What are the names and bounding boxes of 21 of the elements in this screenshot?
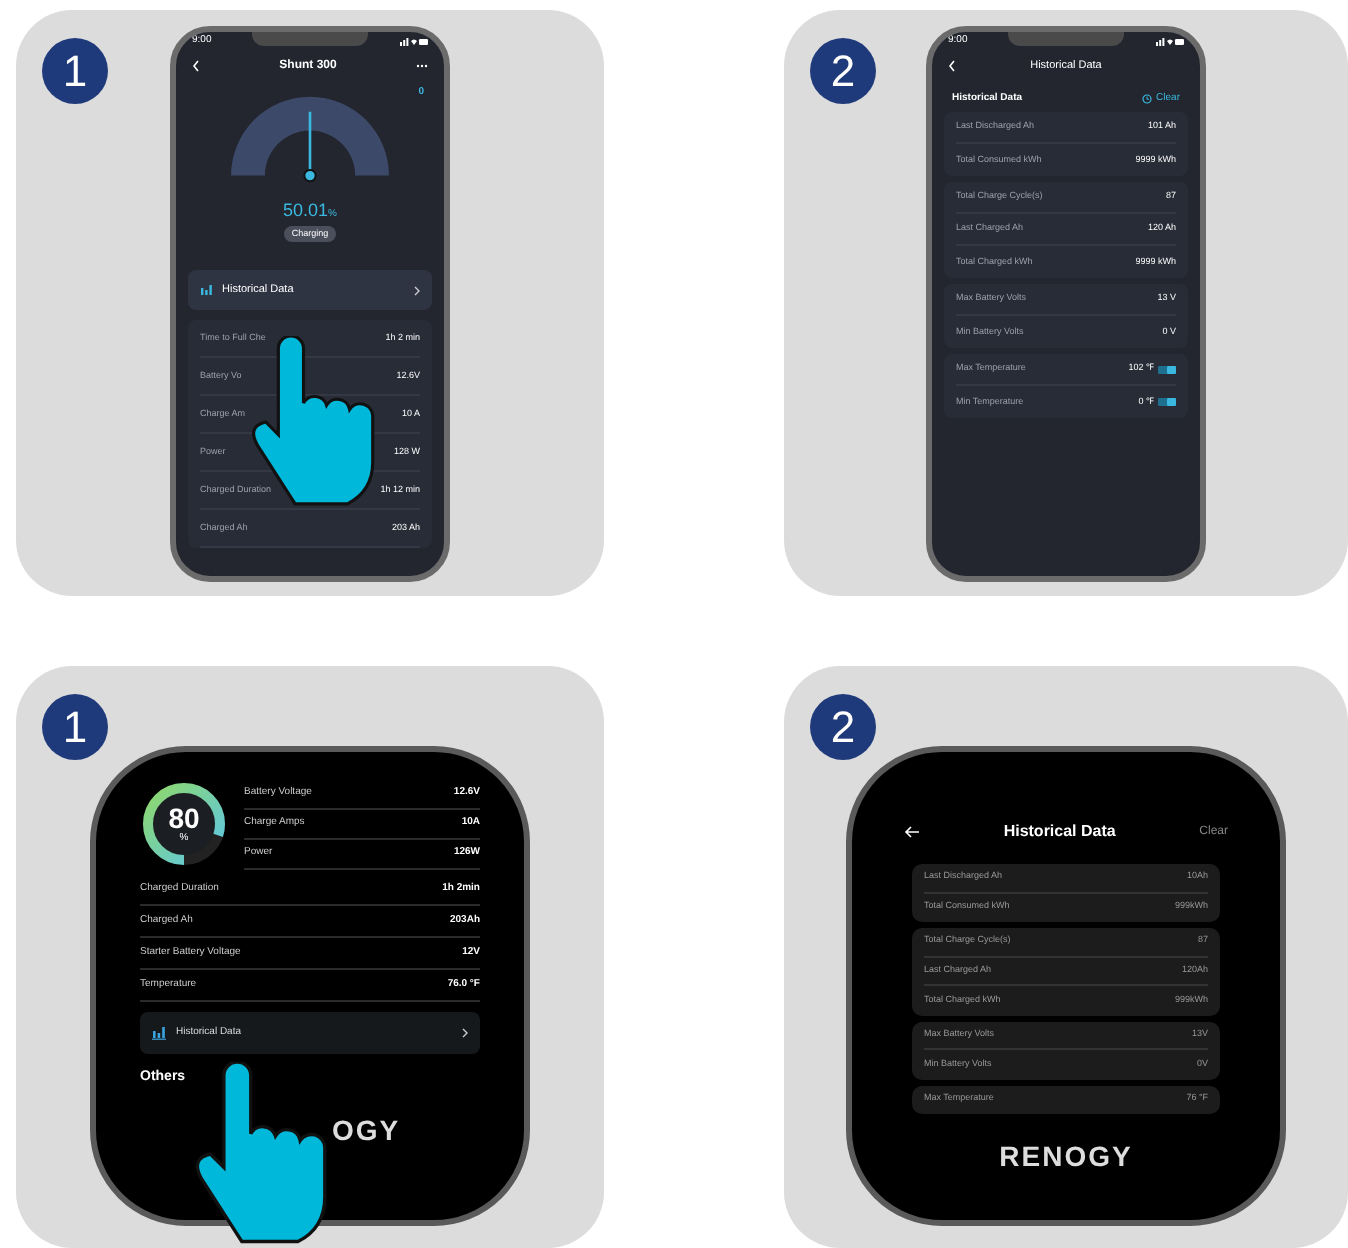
brand-logo: OGY bbox=[331, 1111, 401, 1149]
chart-icon bbox=[152, 1026, 168, 1040]
step-number: 1 bbox=[42, 694, 108, 760]
unit-toggle-icon[interactable] bbox=[1158, 398, 1176, 406]
history-icon bbox=[1142, 93, 1153, 104]
screen-title: Historical Data bbox=[1003, 820, 1116, 844]
step-number: 2 bbox=[810, 38, 876, 104]
battery-percent: 80 bbox=[168, 804, 200, 832]
back-icon[interactable] bbox=[948, 60, 956, 72]
status-icons bbox=[1156, 38, 1184, 46]
brand-logo: RENOGY bbox=[999, 1138, 1133, 1176]
chevron-icon bbox=[414, 285, 420, 296]
step-number: 1 bbox=[42, 38, 108, 104]
chart-icon bbox=[200, 284, 214, 297]
back-icon[interactable] bbox=[192, 60, 200, 72]
unit-toggle-icon[interactable] bbox=[1158, 365, 1176, 373]
chevron-icon bbox=[462, 1028, 468, 1038]
back-arrow-icon[interactable] bbox=[904, 826, 920, 838]
pointing-hand-icon bbox=[192, 1062, 332, 1246]
status-icons bbox=[400, 38, 428, 46]
step-number: 2 bbox=[810, 694, 876, 760]
